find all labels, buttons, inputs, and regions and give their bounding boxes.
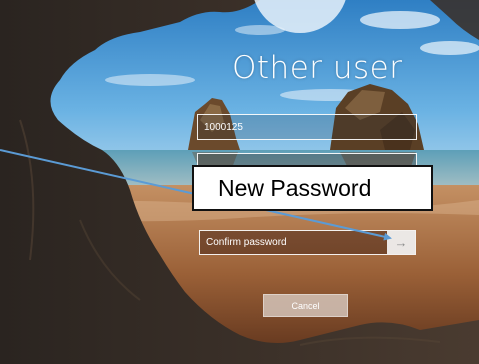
confirm-password-placeholder: Confirm password [206,237,287,248]
username-value: 1000125 [204,121,243,133]
new-password-callout: New Password [192,165,433,211]
arrow-right-icon: → [394,235,408,250]
confirm-password-field[interactable]: Confirm password → [199,230,416,255]
lock-screen: Other user 1000125 Confirm password → Ca… [0,0,479,364]
username-field[interactable]: 1000125 [197,114,417,140]
user-name-title: Other user [232,50,403,86]
cancel-button[interactable]: Cancel [263,294,348,317]
submit-arrow-button[interactable]: → [387,231,415,254]
